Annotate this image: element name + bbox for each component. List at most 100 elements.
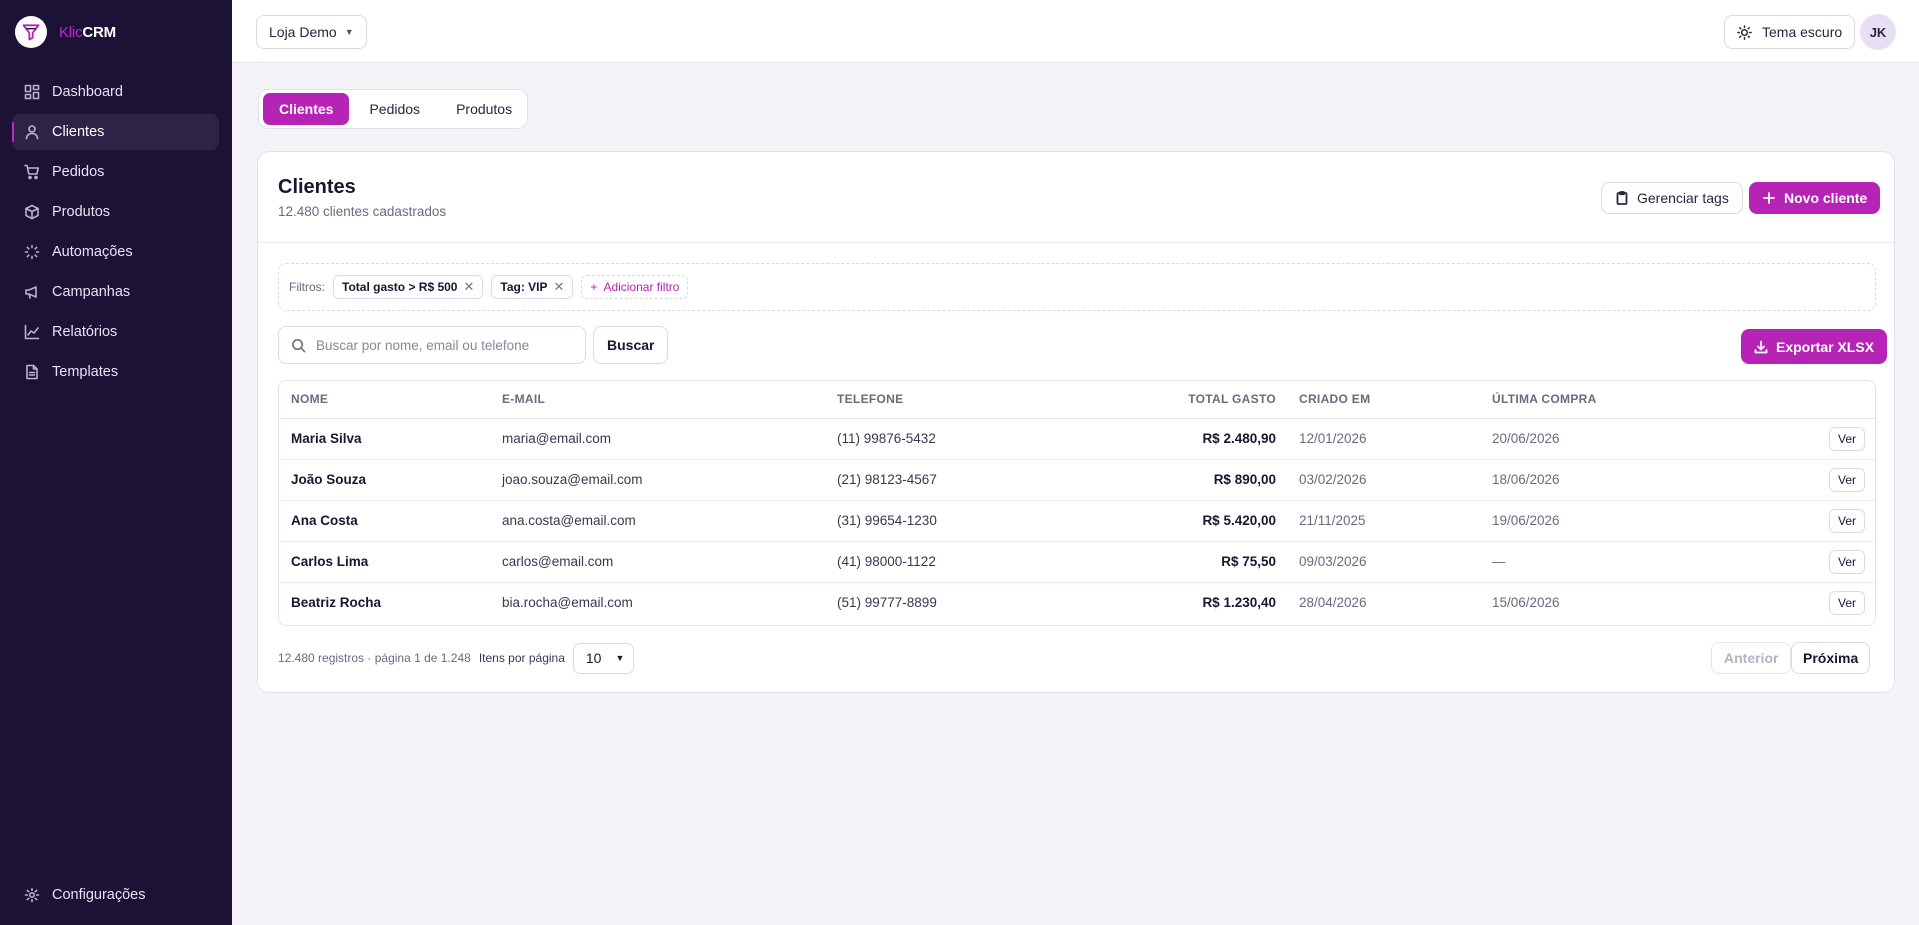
sidebar-nav: Dashboard Clientes Pedidos Produtos Auto… [12, 74, 219, 394]
avatar[interactable]: JK [1860, 14, 1896, 50]
manage-tags-label: Gerenciar tags [1637, 190, 1729, 206]
column-header-ultima-compra[interactable]: ÚLTIMA COMPRA [1492, 381, 1748, 419]
filters-bar: Filtros: Total gasto > R$ 500 ✕ Tag: VIP… [278, 263, 1876, 311]
view-button[interactable]: Ver [1828, 508, 1865, 533]
view-button[interactable]: Ver [1828, 426, 1865, 451]
close-icon[interactable]: ✕ [463, 279, 474, 295]
sidebar-item-label: Pedidos [52, 164, 105, 180]
manage-tags-button[interactable]: Gerenciar tags [1601, 182, 1743, 214]
cell-last-purchase: 15/06/2026 [1492, 595, 1560, 611]
store-selector[interactable]: Loja Demo ▼ [256, 15, 367, 49]
sidebar-item-templates[interactable]: Templates [12, 354, 219, 390]
cell-total: R$ 2.480,90 [1066, 418, 1276, 460]
sidebar-item-dashboard[interactable]: Dashboard [12, 74, 219, 110]
sidebar-item-label: Relatórios [52, 324, 118, 340]
plus-icon [1763, 192, 1775, 204]
cart-icon [24, 164, 40, 180]
box-icon [24, 204, 40, 220]
clients-card: Clientes 12.480 clientes cadastrados Ger… [257, 151, 1895, 693]
store-selector-label: Loja Demo [269, 24, 337, 40]
cell-created: 09/03/2026 [1276, 541, 1492, 583]
sidebar-item-automacoes[interactable]: Automações [12, 234, 219, 270]
search-button[interactable]: Buscar [593, 326, 669, 364]
tab-produtos[interactable]: Produtos [440, 93, 528, 125]
table-row[interactable]: Carlos Lima carlos@email.com (41) 98000-… [279, 541, 1875, 583]
sidebar-item-clientes[interactable]: Clientes [12, 114, 219, 150]
brand-name: KlicCRM [59, 23, 116, 41]
table-row[interactable]: Beatriz Rocha bia.rocha@email.com (51) 9… [279, 582, 1875, 623]
clipboard-icon [1616, 191, 1628, 205]
previous-page-button[interactable]: Anterior [1711, 642, 1792, 674]
sidebar-item-label: Campanhas [52, 284, 131, 300]
table-row[interactable]: João Souza joao.souza@email.com (21) 981… [279, 459, 1875, 501]
cell-actions: Ver [1748, 500, 1875, 542]
cell-email: joao.souza@email.com [502, 459, 837, 501]
cell-phone: (31) 99654-1230 [837, 500, 1066, 542]
export-xlsx-button[interactable]: Exportar XLSX [1741, 329, 1888, 364]
filter-chip-tag[interactable]: Tag: VIP ✕ [491, 275, 574, 299]
column-header-nome[interactable]: NOME [279, 381, 502, 419]
per-page-value: 10 [585, 650, 602, 666]
add-filter-label: Adicionar filtro [603, 280, 680, 294]
cell-email: bia.rocha@email.com [502, 595, 633, 611]
sidebar-item-label: Dashboard [52, 84, 123, 100]
per-page-label: Itens por página [478, 651, 565, 665]
sun-icon [1737, 24, 1752, 40]
column-header-email[interactable]: E-MAIL [502, 381, 837, 419]
search-input[interactable] [316, 337, 566, 353]
card-header: Clientes 12.480 clientes cadastrados Ger… [258, 152, 1894, 243]
table-row[interactable]: Ana Costa ana.costa@email.com (31) 99654… [279, 500, 1875, 542]
view-button[interactable]: Ver [1828, 467, 1865, 492]
cell-created: 21/11/2025 [1276, 500, 1492, 542]
cell-email: carlos@email.com [502, 541, 837, 583]
view-button[interactable]: Ver [1828, 549, 1865, 574]
sidebar-item-relatorios[interactable]: Relatórios [12, 314, 219, 350]
sidebar-item-campanhas[interactable]: Campanhas [12, 274, 219, 310]
loader-icon [24, 244, 40, 260]
tab-pedidos[interactable]: Pedidos [353, 93, 436, 125]
view-button[interactable]: Ver [1828, 590, 1865, 615]
topbar: Loja Demo ▼ Tema escuro JK [232, 0, 1919, 63]
tab-clientes[interactable]: Clientes [263, 93, 350, 125]
cell-actions: Ver [1748, 459, 1875, 501]
per-page-select[interactable]: 10 ▼ [572, 642, 634, 674]
add-filter-button[interactable]: + Adicionar filtro [581, 275, 689, 299]
new-client-label: Novo cliente [1784, 190, 1868, 206]
cell-created: 12/01/2026 [1276, 418, 1492, 460]
theme-toggle-button[interactable]: Tema escuro [1724, 15, 1856, 49]
cell-name: Beatriz Rocha [291, 595, 382, 611]
sidebar-item-produtos[interactable]: Produtos [12, 194, 219, 230]
table-row[interactable]: Maria Silva maria@email.com (11) 99876-5… [279, 418, 1875, 460]
cell-last-purchase: — [1492, 541, 1748, 583]
search-field [278, 326, 586, 364]
section-tabs: Clientes Pedidos Produtos [258, 89, 528, 129]
sidebar-settings: Configurações [12, 877, 219, 917]
cell-name: João Souza [279, 459, 502, 501]
megaphone-icon [24, 284, 40, 300]
filter-chip-total[interactable]: Total gasto > R$ 500 ✕ [333, 275, 484, 299]
users-icon [24, 124, 40, 140]
brand[interactable]: KlicCRM [15, 16, 116, 48]
filters-label: Filtros: [289, 280, 325, 294]
cell-email: ana.costa@email.com [502, 500, 837, 542]
column-header-criado-em[interactable]: CRIADO EM [1276, 381, 1492, 419]
new-client-button[interactable]: Novo cliente [1749, 182, 1881, 214]
cell-created: 03/02/2026 [1276, 459, 1492, 501]
sidebar-item-label: Produtos [52, 204, 111, 220]
cell-actions: Ver [1748, 418, 1875, 460]
close-icon[interactable]: ✕ [554, 279, 565, 295]
column-header-total-gasto[interactable]: TOTAL GASTO [1066, 381, 1276, 419]
sidebar-item-label: Automações [52, 244, 133, 260]
sidebar-item-configuracoes[interactable]: Configurações [12, 877, 219, 913]
sidebar-item-pedidos[interactable]: Pedidos [12, 154, 219, 190]
download-icon [1754, 340, 1768, 353]
column-header-telefone[interactable]: TELEFONE [837, 381, 1066, 419]
cell-last-purchase: 19/06/2026 [1492, 500, 1748, 542]
next-page-button[interactable]: Próxima [1791, 642, 1871, 674]
file-icon [24, 364, 40, 380]
dashboard-icon [24, 84, 40, 100]
clients-table: NOME E-MAIL TELEFONE TOTAL GASTO CRIADO … [278, 380, 1876, 626]
filter-chip-label: Tag: VIP [500, 280, 548, 294]
cell-phone: (11) 99876-5432 [837, 418, 1066, 460]
theme-toggle-label: Tema escuro [1762, 24, 1843, 40]
